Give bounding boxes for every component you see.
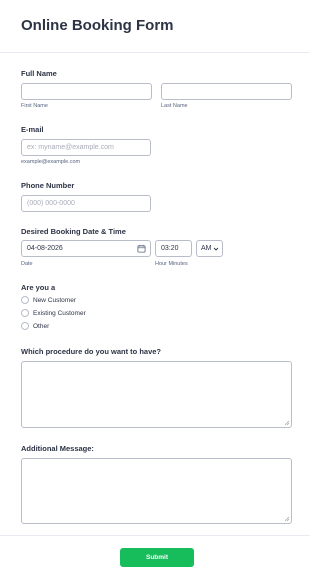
- customer-type-label: Are you a: [21, 283, 56, 292]
- time-sublabel: Hour Minutes: [155, 261, 188, 267]
- time-value: 03:20: [161, 245, 179, 252]
- time-input[interactable]: 03:20: [155, 240, 192, 257]
- radio-label-other: Other: [33, 323, 50, 330]
- email-field[interactable]: ex: myname@example.com: [21, 139, 151, 156]
- footer-divider: [0, 535, 310, 536]
- phone-placeholder: (000) 000-0000: [27, 200, 75, 207]
- resize-grip-icon[interactable]: [284, 420, 290, 426]
- email-label: E-mail: [21, 125, 44, 134]
- date-value: 04-08-2026: [27, 245, 63, 252]
- last-name-input[interactable]: [161, 83, 292, 100]
- header-divider: [0, 52, 310, 53]
- date-sublabel: Date: [21, 261, 33, 267]
- form-title: Online Booking Form: [21, 17, 174, 34]
- first-name-sublabel: First Name: [21, 103, 48, 109]
- ampm-select[interactable]: AM: [196, 240, 223, 257]
- chevron-down-icon: [213, 247, 219, 251]
- email-sublabel: example@example.com: [21, 159, 81, 165]
- date-input[interactable]: 04-08-2026: [21, 240, 151, 257]
- booking-label: Desired Booking Date & Time: [21, 227, 126, 236]
- first-name-input[interactable]: [21, 83, 152, 100]
- calendar-icon[interactable]: [137, 244, 146, 253]
- last-name-sublabel: Last Name: [161, 103, 188, 109]
- message-label: Additional Message:: [21, 444, 94, 453]
- message-textarea[interactable]: [21, 458, 292, 524]
- ampm-value: AM: [201, 245, 212, 252]
- email-placeholder: ex: myname@example.com: [27, 144, 114, 151]
- procedure-label: Which procedure do you want to have?: [21, 347, 162, 356]
- submit-button[interactable]: Submit: [120, 548, 194, 567]
- resize-grip-icon[interactable]: [284, 516, 290, 522]
- radio-label-existing-customer: Existing Customer: [33, 310, 86, 317]
- radio-new-customer[interactable]: [21, 296, 29, 304]
- radio-existing-customer[interactable]: [21, 309, 29, 317]
- phone-label: Phone Number: [21, 181, 75, 190]
- radio-other[interactable]: [21, 322, 29, 330]
- full-name-label: Full Name: [21, 69, 57, 78]
- radio-label-new-customer: New Customer: [33, 297, 76, 304]
- phone-field[interactable]: (000) 000-0000: [21, 195, 151, 212]
- procedure-textarea[interactable]: [21, 361, 292, 428]
